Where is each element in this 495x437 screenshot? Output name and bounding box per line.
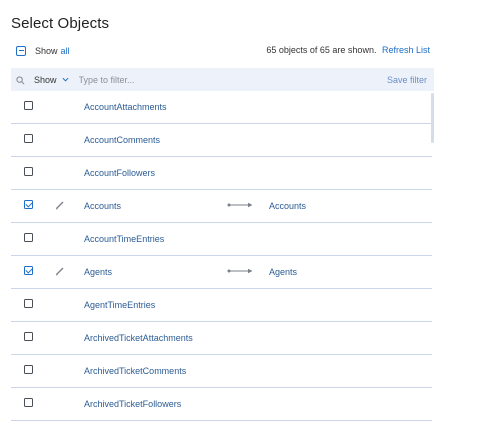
object-list[interactable]: AccountAttachments AccountComments Account… (11, 91, 432, 421)
show-all-prefix: Show (35, 46, 58, 56)
chevron-down-icon (62, 77, 69, 82)
minus-box-icon[interactable] (16, 46, 26, 56)
object-name: AgentTimeEntries (84, 300, 156, 310)
arrow-right-icon (227, 268, 253, 274)
select-objects-page: Select Objects Show all 65 objects of 65… (0, 0, 495, 437)
list-item[interactable]: AccountAttachments (11, 91, 432, 124)
checkbox-icon[interactable] (24, 134, 33, 143)
object-name: AccountAttachments (84, 102, 167, 112)
list-item[interactable]: AgentTimeEntries (11, 289, 432, 322)
filter-input[interactable] (78, 74, 319, 85)
show-dropdown[interactable]: Show (34, 75, 69, 85)
list-item[interactable]: ArchivedTicketComments (11, 355, 432, 388)
list-item[interactable]: Agents Agents (11, 256, 432, 289)
object-name: ArchivedTicketComments (84, 366, 187, 376)
list-item[interactable]: ArchivedTicketAttachments (11, 322, 432, 355)
show-all-toggle[interactable]: Show all (16, 44, 70, 58)
checkbox-icon[interactable] (24, 398, 33, 407)
checkbox-icon[interactable] (24, 200, 33, 209)
checkbox-icon[interactable] (24, 233, 33, 242)
object-name: AccountTimeEntries (84, 234, 165, 244)
pencil-icon[interactable] (55, 266, 65, 276)
list-item[interactable]: AccountFollowers (11, 157, 432, 190)
refresh-list-link[interactable]: Refresh List (382, 45, 430, 55)
checkbox-icon[interactable] (24, 332, 33, 341)
checkbox-icon[interactable] (24, 365, 33, 374)
object-name: Accounts (84, 201, 122, 211)
object-name: ArchivedTicketFollowers (84, 399, 182, 409)
checkbox-icon[interactable] (24, 299, 33, 308)
show-dropdown-label: Show (34, 74, 57, 85)
page-title: Select Objects (11, 15, 110, 32)
object-name: AccountFollowers (84, 168, 156, 178)
list-item[interactable]: Accounts Accounts (11, 190, 432, 223)
checkbox-icon[interactable] (24, 167, 33, 176)
target-name: Agents (269, 267, 298, 277)
search-icon (16, 73, 32, 87)
list-scrollbar[interactable] (431, 93, 434, 143)
filter-bar: Show Save filter (11, 68, 434, 91)
target-name: Accounts (269, 201, 307, 211)
checkbox-icon[interactable] (24, 266, 33, 275)
objects-summary: 65 objects of 65 are shown. Refresh List (266, 45, 430, 55)
list-item[interactable]: AccountTimeEntries (11, 223, 432, 256)
object-name: AccountComments (84, 135, 161, 145)
pencil-icon[interactable] (55, 200, 65, 210)
checkbox-icon[interactable] (24, 101, 33, 110)
object-name: Agents (84, 267, 113, 277)
arrow-right-icon (227, 202, 253, 208)
show-all-link[interactable]: all (61, 46, 70, 56)
list-item[interactable]: ArchivedTicketFollowers (11, 388, 432, 421)
list-item[interactable]: AccountComments (11, 124, 432, 157)
objects-count-text: 65 objects of 65 are shown. (266, 45, 377, 55)
save-filter-button[interactable]: Save filter (387, 75, 427, 85)
object-name: ArchivedTicketAttachments (84, 333, 193, 343)
